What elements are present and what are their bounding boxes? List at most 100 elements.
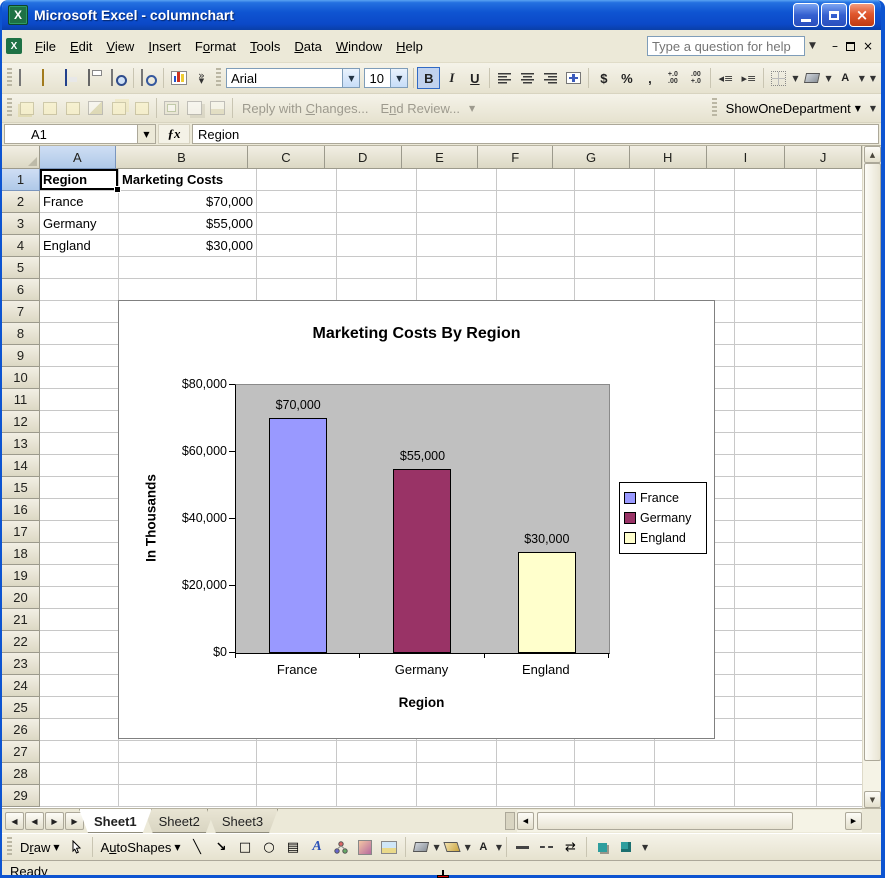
- increase-indent-button[interactable]: ▸≡: [737, 67, 760, 89]
- cell-d3[interactable]: [337, 213, 417, 235]
- cell-i14[interactable]: [735, 455, 817, 477]
- row-header-18[interactable]: 18: [2, 543, 40, 565]
- cell-i22[interactable]: [735, 631, 817, 653]
- print-button[interactable]: [84, 67, 107, 89]
- chart-title[interactable]: Marketing Costs By Region: [119, 325, 714, 343]
- cell-i20[interactable]: [735, 587, 817, 609]
- align-left-button[interactable]: [493, 67, 516, 89]
- cell-h29[interactable]: [655, 785, 735, 807]
- macro-toolbar-options-icon[interactable]: ▼: [867, 104, 879, 113]
- tab-sheet1[interactable]: Sheet1: [79, 809, 152, 833]
- cell-c1[interactable]: [257, 169, 337, 191]
- row-header-6[interactable]: 6: [2, 279, 40, 301]
- print-preview-button[interactable]: [137, 67, 160, 89]
- cell-f2[interactable]: [497, 191, 575, 213]
- toolbar-options-button[interactable]: »▼: [190, 67, 213, 89]
- cell-a25[interactable]: [40, 697, 119, 719]
- row-header-17[interactable]: 17: [2, 521, 40, 543]
- align-right-button[interactable]: [539, 67, 562, 89]
- menu-file[interactable]: File: [28, 35, 63, 58]
- cell-i25[interactable]: [735, 697, 817, 719]
- draw-fill-color-button[interactable]: [410, 836, 433, 858]
- percent-button[interactable]: %: [615, 67, 638, 89]
- clip-art-button[interactable]: [354, 836, 377, 858]
- cell-j11[interactable]: [817, 389, 862, 411]
- search-button[interactable]: [107, 67, 130, 89]
- cell-g28[interactable]: [575, 763, 655, 785]
- vertical-scrollbar[interactable]: ▲ ▼: [862, 146, 882, 808]
- shadow-style-button[interactable]: [591, 836, 614, 858]
- cell-a2[interactable]: France: [40, 191, 119, 213]
- draw-fill-dropdown-icon[interactable]: ▼: [434, 843, 440, 852]
- name-box-dropdown-icon[interactable]: ▼: [137, 125, 155, 143]
- tab-sheet2[interactable]: Sheet2: [144, 809, 215, 833]
- cell-a5[interactable]: [40, 257, 119, 279]
- line-color-dropdown-icon[interactable]: ▼: [465, 843, 471, 852]
- row-header-12[interactable]: 12: [2, 411, 40, 433]
- cell-a26[interactable]: [40, 719, 119, 741]
- cell-i26[interactable]: [735, 719, 817, 741]
- tab-sheet3[interactable]: Sheet3: [207, 809, 278, 833]
- row-header-24[interactable]: 24: [2, 675, 40, 697]
- cell-j28[interactable]: [817, 763, 862, 785]
- diagram-button[interactable]: [330, 836, 353, 858]
- select-objects-button[interactable]: [65, 836, 88, 858]
- cell-i18[interactable]: [735, 543, 817, 565]
- first-sheet-button[interactable]: ◀: [5, 812, 24, 830]
- x-axis-title[interactable]: Region: [235, 695, 608, 710]
- cell-e2[interactable]: [417, 191, 497, 213]
- cell-d28[interactable]: [337, 763, 417, 785]
- cell-h1[interactable]: [655, 169, 735, 191]
- cell-a27[interactable]: [40, 741, 119, 763]
- cell-g4[interactable]: [575, 235, 655, 257]
- question-dropdown-icon[interactable]: ▼: [805, 36, 820, 56]
- cell-a23[interactable]: [40, 653, 119, 675]
- cell-h5[interactable]: [655, 257, 735, 279]
- cell-b3[interactable]: $55,000: [119, 213, 257, 235]
- arrow-button[interactable]: ↘: [210, 836, 233, 858]
- cell-j17[interactable]: [817, 521, 862, 543]
- row-header-10[interactable]: 10: [2, 367, 40, 389]
- row-header-21[interactable]: 21: [2, 609, 40, 631]
- cell-e3[interactable]: [417, 213, 497, 235]
- cell-b28[interactable]: [119, 763, 257, 785]
- cell-j15[interactable]: [817, 477, 862, 499]
- toolbar-grip[interactable]: [7, 68, 12, 88]
- menu-view[interactable]: View: [99, 35, 141, 58]
- scroll-left-button[interactable]: ◀: [517, 812, 534, 830]
- increase-decimal-button[interactable]: +.0.00: [661, 67, 684, 89]
- rectangle-button[interactable]: □: [234, 836, 257, 858]
- cell-a21[interactable]: [40, 609, 119, 631]
- scroll-down-button[interactable]: ▼: [864, 791, 881, 808]
- cell-a22[interactable]: [40, 631, 119, 653]
- cell-i24[interactable]: [735, 675, 817, 697]
- cell-i4[interactable]: [735, 235, 817, 257]
- cell-b1[interactable]: Marketing Costs: [119, 169, 257, 191]
- chart-bar-france[interactable]: [269, 418, 327, 653]
- cell-a16[interactable]: [40, 499, 119, 521]
- cell-g27[interactable]: [575, 741, 655, 763]
- row-header-26[interactable]: 26: [2, 719, 40, 741]
- legend-item-england[interactable]: England: [624, 528, 702, 548]
- cell-f6[interactable]: [497, 279, 575, 301]
- cell-d29[interactable]: [337, 785, 417, 807]
- save-button[interactable]: [61, 67, 84, 89]
- cell-j18[interactable]: [817, 543, 862, 565]
- insert-picture-button[interactable]: [378, 836, 401, 858]
- cell-i29[interactable]: [735, 785, 817, 807]
- next-sheet-button[interactable]: ▶: [45, 812, 64, 830]
- cell-i11[interactable]: [735, 389, 817, 411]
- review-toolbar-options-icon[interactable]: ▼: [466, 104, 478, 113]
- cell-c3[interactable]: [257, 213, 337, 235]
- row-header-16[interactable]: 16: [2, 499, 40, 521]
- cell-j27[interactable]: [817, 741, 862, 763]
- toolbar-grip[interactable]: [712, 98, 717, 118]
- cell-j19[interactable]: [817, 565, 862, 587]
- draw-font-color-button[interactable]: A: [472, 836, 495, 858]
- cell-e1[interactable]: [417, 169, 497, 191]
- row-header-15[interactable]: 15: [2, 477, 40, 499]
- open-button[interactable]: [38, 67, 61, 89]
- cell-j22[interactable]: [817, 631, 862, 653]
- title-bar[interactable]: X Microsoft Excel - columnchart ×: [2, 0, 881, 30]
- tab-split-handle[interactable]: [505, 812, 515, 830]
